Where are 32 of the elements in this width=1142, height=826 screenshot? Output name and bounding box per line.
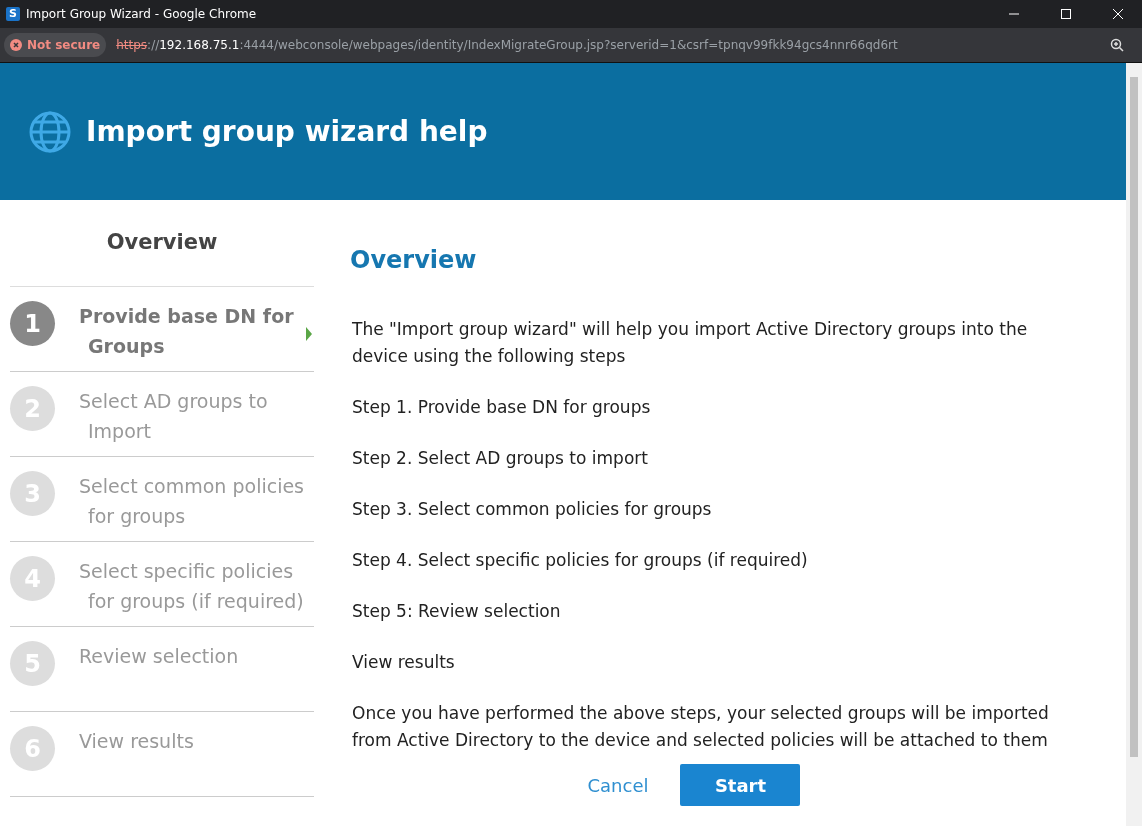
body-paragraph: Step 1. Provide base DN for groups [352,396,652,419]
caret-icon [306,327,312,341]
start-button[interactable]: Start [680,764,801,806]
close-icon[interactable] [1112,8,1124,20]
step-label: Select common policies for groups [79,474,304,529]
step-label: Select specific policies for groups (if required) [79,559,304,614]
body-paragraph: Step 4. Select specific policies for groups (if required) [352,549,809,572]
content-title: Overview [350,245,478,276]
maximize-icon[interactable] [1060,8,1072,20]
url-text[interactable]: https://192.168.75.1:4444/webconsole/webpages/identity/IndexMigrateGroup.jsp?serverid=1&csrf=tpnqv99fkk94gcs4nnr66qd6rt [116,36,898,54]
app-icon: S [6,7,20,21]
body-paragraph: View results [352,651,456,674]
warning-icon [10,39,22,51]
step-label: Select AD groups to Import [79,389,268,444]
zoom-icon[interactable] [1110,38,1124,52]
scrollbar[interactable] [1126,63,1142,826]
step-number: 1 [10,301,55,346]
wizard-step[interactable]: 1 Provide base DN for Groups [10,287,314,372]
body-paragraph: Once you have performed the above steps, your selected groups will be imported from Active Directory to the device and selected policies will be attached to them [352,702,1050,752]
body-paragraph: Step 3. Select common policies for groups [352,498,713,521]
body-paragraph: Step 2. Select AD groups to import [352,447,649,470]
step-label: Provide base DN for Groups [79,304,294,359]
body-paragraph: The "Import group wizard" will help you import Active Directory groups into the device using the following steps [352,318,1029,368]
cancel-link[interactable]: Cancel [579,771,657,799]
body-paragraph: Step 5: Review selection [352,600,562,623]
sidebar-title: Overview [10,200,314,287]
step-label: Review selection [79,644,239,669]
step-label: View results [79,729,194,754]
globe-icon [28,109,72,154]
header-title: Import group wizard help [86,113,488,150]
window-title: Import Group Wizard - Google Chrome [26,6,257,23]
security-chip[interactable]: Not secure [4,33,107,57]
